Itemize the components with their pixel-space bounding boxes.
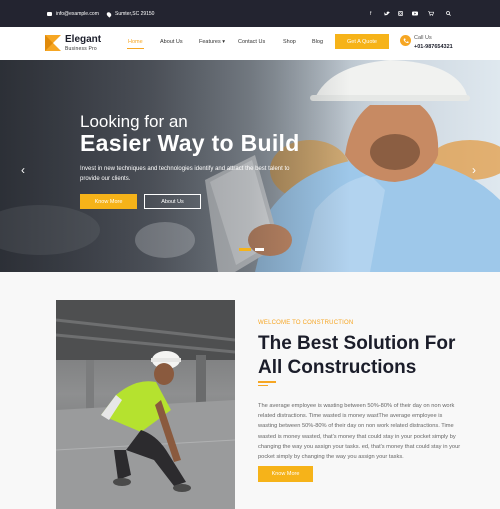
nav-home[interactable]: Home — [128, 39, 143, 45]
about-title: The Best Solution For All Constructions — [258, 333, 456, 378]
youtube-icon[interactable] — [412, 11, 418, 18]
main-header: Elegant Business Pro Home About Us Featu… — [0, 27, 500, 60]
email-item[interactable]: info@example.com — [47, 11, 99, 17]
location-pin-icon — [105, 10, 113, 18]
call-number[interactable]: +01-987654321 — [414, 44, 453, 50]
slider-next-arrow-icon[interactable]: › — [472, 163, 476, 177]
logo-icon[interactable] — [45, 35, 61, 51]
hero-heading-line2: Easier Way to Build — [80, 130, 300, 156]
twitter-icon[interactable] — [384, 11, 390, 18]
instagram-icon[interactable] — [398, 11, 403, 18]
about-paragraph: The average employee is wasting between … — [258, 403, 461, 461]
top-bar: info@example.com Sumter,SC 29150 f — [0, 0, 500, 27]
worker-photo — [56, 300, 235, 509]
title-divider-small — [258, 385, 268, 386]
brand-tagline: Business Pro — [65, 46, 97, 52]
title-divider — [258, 381, 276, 383]
cart-icon[interactable] — [428, 11, 435, 18]
get-a-quote-button[interactable]: Get A Quote — [335, 34, 389, 49]
facebook-icon[interactable]: f — [370, 11, 371, 17]
nav-about-us[interactable]: About Us — [160, 39, 183, 45]
about-know-more-button[interactable]: Know More — [258, 466, 313, 482]
address-item: Sumter,SC 29150 — [105, 10, 155, 18]
hero-about-us-button[interactable]: About Us — [144, 194, 201, 209]
hero-heading-line1: Looking for an — [80, 112, 188, 131]
envelope-icon — [47, 12, 52, 16]
hero-slider: ‹ › Looking for an Easier Way to Build I… — [0, 60, 500, 272]
slider-prev-arrow-icon[interactable]: ‹ — [21, 163, 25, 177]
address-text: Sumter,SC 29150 — [115, 11, 155, 17]
nav-features-label: Features — [199, 39, 221, 45]
about-section: WELCOME TO CONSTRUCTION The Best Solutio… — [0, 272, 500, 509]
hero-know-more-button[interactable]: Know More — [80, 194, 137, 209]
call-label: Call Us — [414, 35, 432, 41]
phone-icon — [400, 35, 411, 46]
hero-description: Invest in new techniques and technologie… — [80, 166, 290, 182]
slider-dot-active[interactable] — [239, 248, 251, 251]
email-text[interactable]: info@example.com — [56, 11, 99, 17]
active-nav-underline — [127, 48, 144, 49]
brand-name[interactable]: Elegant — [65, 34, 101, 45]
search-icon[interactable] — [446, 11, 451, 18]
nav-contact-us[interactable]: Contact Us — [238, 39, 265, 45]
nav-shop[interactable]: Shop — [283, 39, 296, 45]
welcome-label: WELCOME TO CONSTRUCTION — [258, 320, 354, 326]
chevron-down-icon: ▾ — [222, 39, 226, 45]
nav-features[interactable]: Features ▾ — [199, 39, 225, 45]
slider-dot[interactable] — [255, 248, 264, 251]
nav-blog[interactable]: Blog — [312, 39, 323, 45]
